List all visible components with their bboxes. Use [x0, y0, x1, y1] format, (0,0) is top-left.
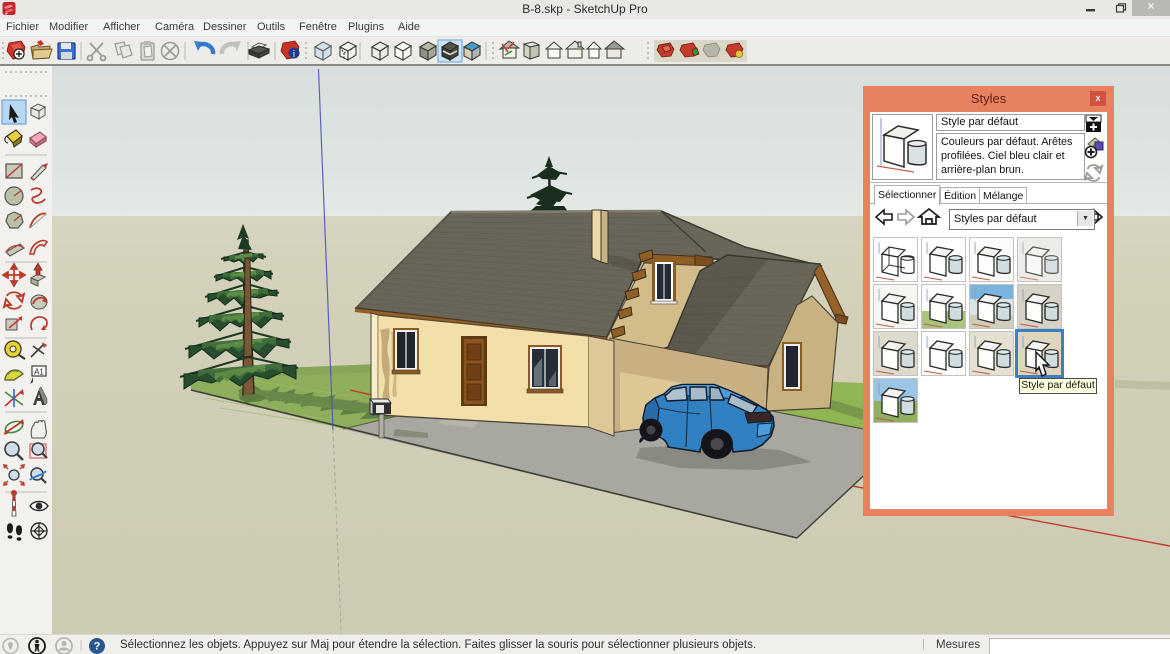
- svg-text:A1: A1: [34, 368, 44, 377]
- svg-text:?: ?: [94, 641, 101, 653]
